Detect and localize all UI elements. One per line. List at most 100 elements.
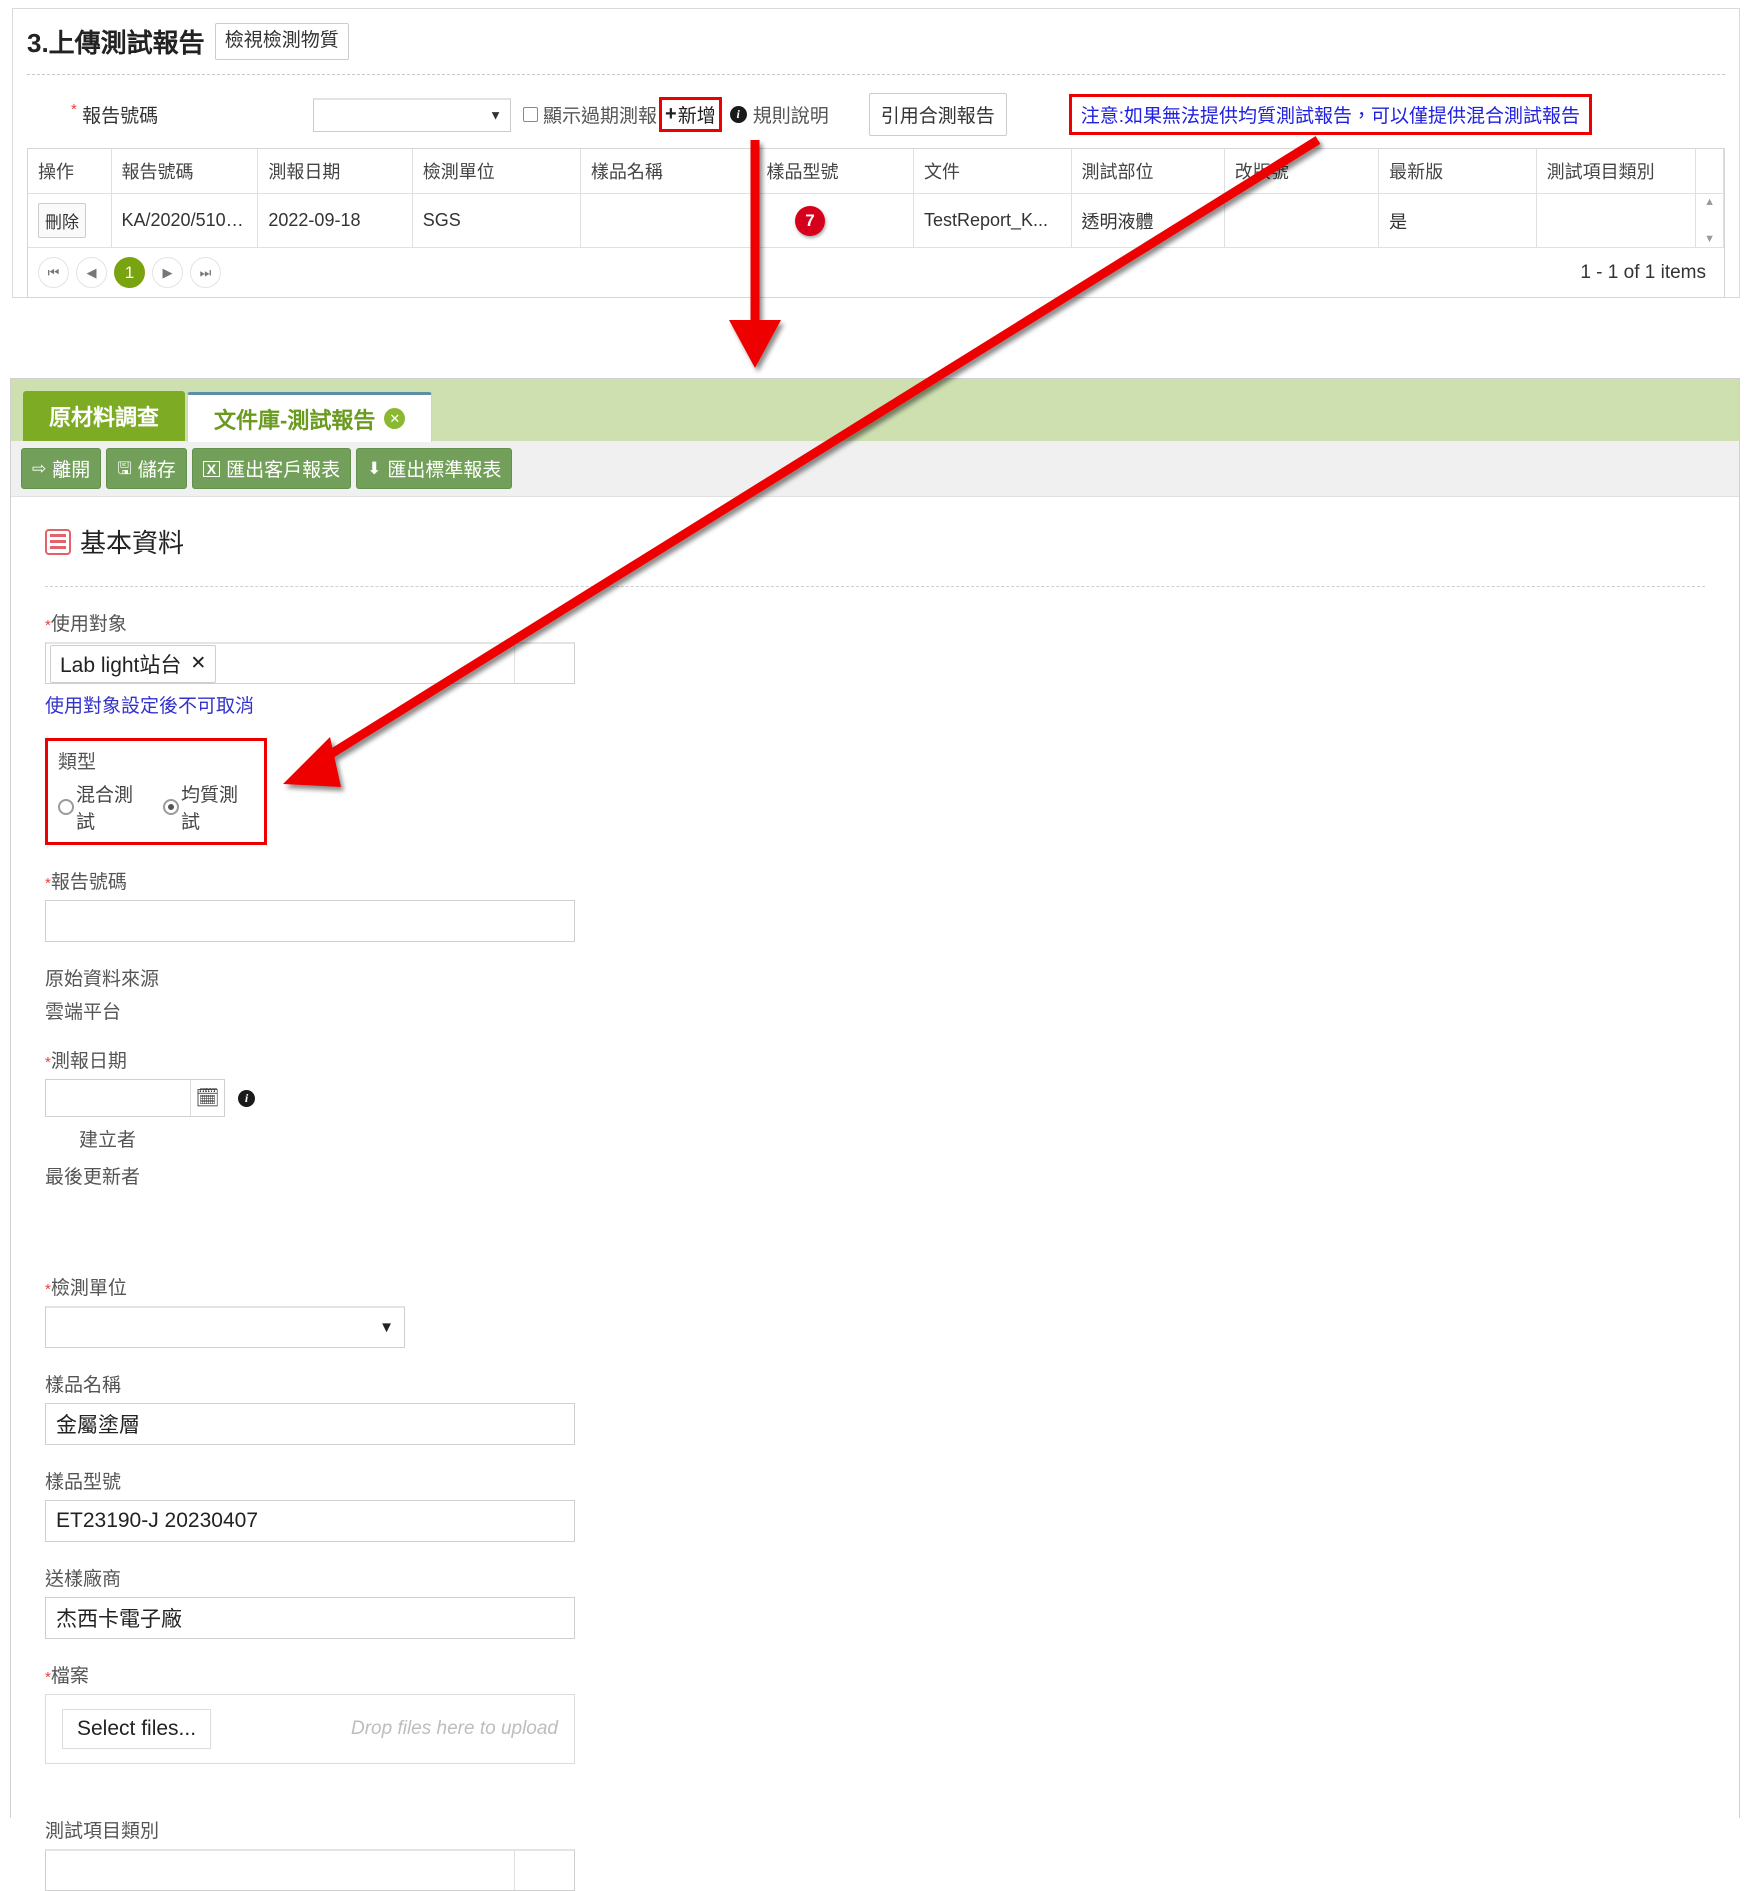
grid-vertical-scrollbar[interactable]: ▲ ▼ (1695, 193, 1724, 248)
info-icon[interactable]: i (729, 106, 747, 123)
view-substance-button[interactable]: 檢視檢測物質 (214, 23, 349, 60)
rule-description-label[interactable]: 規則說明 (753, 101, 829, 128)
target-multiselect-side[interactable] (514, 644, 574, 683)
pager-first-button[interactable]: ⏮ (38, 257, 69, 288)
pager-last-button[interactable]: ⏭ (190, 257, 221, 288)
close-icon[interactable]: ✕ (384, 408, 406, 429)
cell-test-part[interactable]: 透明液體 (1071, 193, 1225, 248)
drop-files-hint: Drop files here to upload (350, 1718, 558, 1739)
table-header-row: 操作 報告號碼 測報日期 檢測單位 樣品名稱 樣品型號 文件 測試部位 改版號 … (28, 149, 1724, 194)
pager-item-count: 1 - 1 of 1 items (1580, 261, 1706, 283)
tab-document-library-test-report[interactable]: 文件庫-測試報告 ✕ (187, 392, 433, 442)
cell-document[interactable]: TestReport_K... (913, 193, 1072, 248)
section-divider (45, 586, 1705, 587)
show-expired-checkbox[interactable] (523, 107, 538, 122)
lab-dropdown[interactable]: ▼ (45, 1306, 405, 1348)
scroll-up-icon[interactable]: ▲ (1704, 196, 1715, 208)
test-report-grid: 操作 報告號碼 測報日期 檢測單位 樣品名稱 樣品型號 文件 測試部位 改版號 … (27, 148, 1725, 248)
test-category-multiselect-side[interactable] (514, 1851, 574, 1890)
pager-prev-button[interactable]: ◀ (76, 257, 107, 288)
col-test-part: 測試部位 (1071, 149, 1225, 194)
save-button[interactable]: 🖫 儲存 (106, 448, 187, 489)
creator-row: 建立者 (45, 1125, 1705, 1152)
exit-icon: ⇨ (32, 459, 47, 478)
required-marker: * (71, 101, 77, 118)
cell-report-date: 2022-09-18 (257, 193, 413, 248)
col-document: 文件 (913, 149, 1072, 194)
field-sample-name: 樣品名稱 金屬塗層 (45, 1370, 1705, 1445)
upload-test-report-panel: 3.上傳測試報告 檢視檢測物質 * 報告號碼 ▼ 顯示過期測報 + 新增 i 規則… (12, 8, 1740, 298)
panel-header: 3.上傳測試報告 檢視檢測物質 (13, 9, 1739, 68)
col-sample-name: 樣品名稱 (580, 149, 757, 194)
download-icon: ⬇ (367, 459, 382, 478)
page-title: 3.上傳測試報告 (27, 28, 205, 58)
sample-name-input[interactable]: 金屬塗層 (45, 1403, 575, 1445)
field-report-date: *測報日期 🗓 i 建立者 最後更新者 (45, 1046, 1705, 1189)
sample-name-label: 樣品名稱 (45, 1375, 122, 1396)
add-button[interactable]: + 新增 (665, 101, 716, 128)
col-lab: 檢測單位 (412, 149, 581, 194)
cell-action: 刪除 (28, 193, 112, 248)
tab-label: 文件庫-測試報告 (214, 407, 376, 433)
target-hint: 使用對象設定後不可取消 (45, 696, 255, 717)
target-label: *使用對象 (45, 614, 127, 635)
field-report-no: *報告號碼 (45, 867, 1705, 942)
remove-chip-icon[interactable]: ✕ (190, 652, 206, 675)
type-group-highlight: 類型 混合測試 均質測試 (45, 738, 267, 845)
pager-next-button[interactable]: ▶ (152, 257, 183, 288)
sample-model-input[interactable]: ET23190-J 20230407 (45, 1500, 575, 1542)
file-label: *檔案 (45, 1666, 89, 1687)
test-category-value (46, 1851, 514, 1890)
show-expired-label: 顯示過期測報 (543, 106, 658, 127)
form-toolbar: ⇨ 離開 🖫 儲存 X 匯出客戶報表 ⬇ 匯出標準報表 (11, 441, 1739, 497)
grid-scrollbar-header (1695, 149, 1724, 194)
cell-test-category (1536, 193, 1697, 248)
col-sample-model: 樣品型號 (755, 149, 914, 194)
quote-combined-report-button[interactable]: 引用合測報告 (868, 93, 1007, 136)
info-icon[interactable]: i (238, 1089, 255, 1107)
radio-mixed-test[interactable]: 混合測試 (58, 780, 149, 834)
cell-report-no[interactable]: KA/2020/5101... (111, 193, 259, 248)
scroll-down-icon[interactable]: ▼ (1704, 233, 1715, 245)
cell-sample-model (755, 193, 914, 248)
radio-icon-selected (163, 799, 179, 815)
report-date-input[interactable]: 🗓 (45, 1079, 225, 1117)
tab-raw-material-survey[interactable]: 原材料調查 (23, 391, 186, 441)
exit-button[interactable]: ⇨ 離開 (21, 448, 102, 489)
type-label: 類型 (58, 752, 97, 773)
report-no-input[interactable] (45, 900, 575, 942)
radio-mixed-test-label: 混合測試 (76, 785, 134, 833)
field-target: *使用對象 Lab light站台 ✕ 使用對象設定後不可取消 (45, 609, 1705, 718)
add-button-highlight: + 新增 (659, 97, 722, 132)
report-no-dropdown[interactable]: ▼ (313, 97, 511, 132)
col-report-no: 報告號碼 (111, 149, 259, 194)
target-chip-area[interactable]: Lab light站台 ✕ (46, 644, 514, 683)
supplier-label: 送樣廠商 (45, 1569, 122, 1590)
file-upload-dropzone[interactable]: Select files... Drop files here to uploa… (45, 1694, 575, 1764)
select-files-button[interactable]: Select files... (62, 1709, 212, 1749)
pager-page-1[interactable]: 1 (114, 257, 145, 288)
chevron-down-icon: ▼ (379, 1319, 394, 1336)
col-report-date: 測報日期 (257, 149, 413, 194)
lab-label: *檢測單位 (45, 1278, 127, 1299)
test-category-multiselect[interactable] (45, 1849, 575, 1891)
calendar-icon[interactable]: 🗓 (190, 1080, 224, 1116)
cell-revision (1224, 193, 1380, 248)
field-lab: *檢測單位 ▼ (45, 1273, 1705, 1348)
report-date-label: *測報日期 (45, 1051, 127, 1072)
export-standard-report-button[interactable]: ⬇ 匯出標準報表 (356, 448, 513, 489)
sample-model-label: 樣品型號 (45, 1472, 122, 1493)
test-category-label: 測試項目類別 (45, 1821, 160, 1842)
radio-homogeneous-test[interactable]: 均質測試 (163, 780, 254, 834)
report-date-row: 🗓 i (45, 1079, 1705, 1117)
report-date-value (46, 1080, 190, 1116)
supplier-input[interactable]: 杰西卡電子廠 (45, 1597, 575, 1639)
show-expired-checkbox-wrap[interactable]: 顯示過期測報 (523, 101, 657, 128)
creator-label: 建立者 (79, 1130, 137, 1151)
export-customer-report-button[interactable]: X 匯出客戶報表 (191, 448, 352, 489)
target-multiselect[interactable]: Lab light站台 ✕ (45, 642, 575, 684)
delete-button[interactable]: 刪除 (38, 203, 86, 238)
document-library-panel: 原材料調查 文件庫-測試報告 ✕ ⇨ 離開 🖫 儲存 X 匯出客戶報表 ⬇ 匯出… (10, 378, 1740, 1891)
notice-box: 注意:如果無法提供均質測試報告，可以僅提供混合測試報告 (1068, 94, 1593, 135)
field-source: 原始資料來源 雲端平台 (45, 964, 1705, 1024)
